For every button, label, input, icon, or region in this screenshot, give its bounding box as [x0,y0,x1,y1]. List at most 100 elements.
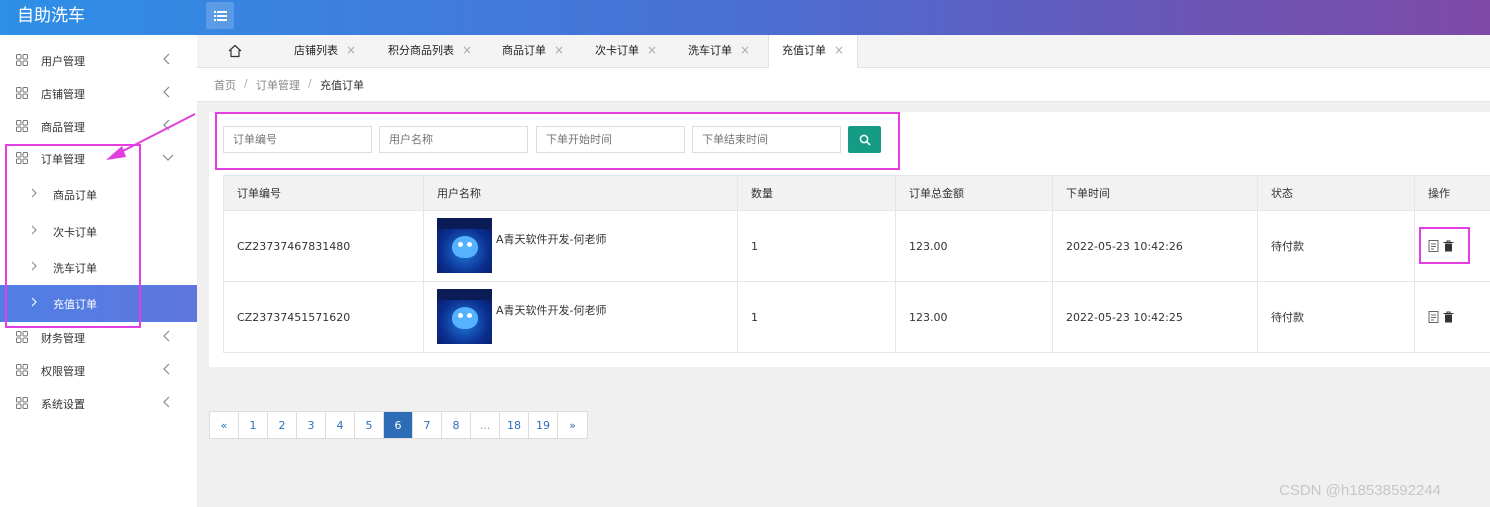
sidebar-subitem-recharge-orders[interactable]: 充值订单 [0,285,197,322]
column-header: 操作 [1414,175,1490,211]
delete-icon[interactable] [1443,240,1454,252]
tab-card-orders[interactable]: 次卡订单 × [595,35,657,68]
grid-icon [16,54,28,66]
app-brand: 自助洗车 [17,6,85,26]
breadcrumb-separator: / [308,77,312,90]
chevron-left-icon [163,396,170,408]
sidebar-item-label: 店铺管理 [41,88,85,101]
chevron-left-icon [163,86,170,98]
qty-cell: 1 [737,210,896,282]
page-link[interactable]: 8 [442,412,471,438]
tab-label: 次卡订单 [595,44,639,57]
tab-stores[interactable]: 店铺列表 × [294,35,356,68]
status-cell: 待付款 [1257,281,1415,353]
sidebar-subitem-label: 洗车订单 [53,262,97,275]
sidebar-item-finance[interactable]: 财务管理 [0,321,197,354]
page-current[interactable]: 6 [384,412,413,438]
watermark-text: CSDN @h18538592244 [1279,482,1442,499]
tab-label: 店铺列表 [294,44,338,57]
page-link[interactable]: 4 [326,412,355,438]
table-header-row: 订单编号 用户名称 数量 订单总金额 下单时间 状态 操作 [223,175,1490,211]
username-text: A青天软件开发-何老师 [496,304,607,317]
ops-cell [1414,210,1490,282]
orders-table: 订单编号 用户名称 数量 订单总金额 下单时间 状态 操作 CZ23737467… [223,175,1490,353]
page-next[interactable]: » [558,412,587,438]
edit-icon[interactable] [1428,311,1439,323]
tab-label: 充值订单 [782,44,826,57]
sidebar-subitem-label: 次卡订单 [53,226,97,239]
tab-wash-orders[interactable]: 洗车订单 × [688,35,750,68]
sidebar-item-settings[interactable]: 系统设置 [0,387,197,420]
page-link[interactable]: 2 [268,412,297,438]
breadcrumb-home[interactable]: 首页 [214,77,236,93]
delete-icon[interactable] [1443,311,1454,323]
chevron-left-icon [163,330,170,342]
tab-bar: 店铺列表 × 积分商品列表 × 商品订单 × 次卡订单 × 洗车订单 × 充值订单 × [197,35,1490,69]
column-header: 订单总金额 [895,175,1053,211]
sidebar-item-stores[interactable]: 店铺管理 [0,77,197,110]
sidebar-item-permissions[interactable]: 权限管理 [0,354,197,387]
breadcrumb-separator: / [244,77,248,90]
top-header: 自助洗车 [0,0,1490,35]
edit-icon[interactable] [1428,240,1439,252]
page-link[interactable]: 1 [239,412,268,438]
menu-toggle-button[interactable] [206,2,234,29]
search-button[interactable] [848,126,881,153]
breadcrumb-orders[interactable]: 订单管理 [256,77,300,93]
user-cell: A青天软件开发-何老师 [423,281,738,353]
tab-recharge-orders[interactable]: 充值订单 × [768,35,859,69]
time-cell: 2022-05-23 10:42:26 [1052,210,1258,282]
chevron-right-icon [31,188,37,198]
tab-label: 商品订单 [502,44,546,57]
close-icon[interactable]: × [554,43,564,57]
pagination: « 1 2 3 4 5 6 7 8 ... 18 19 » [209,411,588,439]
close-icon[interactable]: × [740,43,750,57]
sidebar-item-label: 财务管理 [41,332,85,345]
close-icon[interactable]: × [462,43,472,57]
table-row: CZ23737451571620 A青天软件开发-何老师 1 123.00 20… [223,281,1490,353]
sidebar-item-label: 用户管理 [41,55,85,68]
page-link[interactable]: 3 [297,412,326,438]
sidebar-item-label: 系统设置 [41,398,85,411]
list-icon [213,10,227,21]
tab-product-orders[interactable]: 商品订单 × [502,35,564,68]
end-time-input[interactable] [692,126,841,153]
close-icon[interactable]: × [834,43,844,57]
grid-icon [16,152,28,164]
home-icon[interactable] [227,43,243,59]
username-input[interactable] [379,126,528,153]
page-link[interactable]: 19 [529,412,558,438]
page-link[interactable]: 18 [500,412,529,438]
tab-label: 积分商品列表 [388,44,454,57]
page-link[interactable]: 7 [413,412,442,438]
time-cell: 2022-05-23 10:42:25 [1052,281,1258,353]
grid-icon [16,120,28,132]
order-no-input[interactable] [223,126,372,153]
start-time-input[interactable] [536,126,685,153]
page-prev[interactable]: « [210,412,239,438]
amount-cell: 123.00 [895,281,1053,353]
search-icon [859,134,871,146]
sidebar-item-users[interactable]: 用户管理 [0,44,197,77]
sidebar-subitem-product-orders[interactable]: 商品订单 [0,176,197,212]
column-header: 数量 [737,175,896,211]
close-icon[interactable]: × [647,43,657,57]
tab-label: 洗车订单 [688,44,732,57]
sidebar-item-label: 订单管理 [41,153,85,166]
column-header: 下单时间 [1052,175,1258,211]
column-header: 用户名称 [423,175,738,211]
chevron-left-icon [163,363,170,375]
sidebar-subitem-card-orders[interactable]: 次卡订单 [0,213,197,249]
order-no-cell: CZ23737451571620 [223,281,424,353]
sidebar-subitem-wash-orders[interactable]: 洗车订单 [0,249,197,285]
page-link[interactable]: 5 [355,412,384,438]
qty-cell: 1 [737,281,896,353]
tab-points-products[interactable]: 积分商品列表 × [388,35,472,68]
sidebar-item-label: 权限管理 [41,365,85,378]
close-icon[interactable]: × [346,43,356,57]
grid-icon [16,87,28,99]
sidebar-subitem-label: 商品订单 [53,189,97,202]
sidebar: 用户管理 店铺管理 商品管理 订单管理 商品订单 次卡订单 洗车订单 充值订单 … [0,35,197,507]
username-text: A青天软件开发-何老师 [496,233,607,246]
ops-cell [1414,281,1490,353]
